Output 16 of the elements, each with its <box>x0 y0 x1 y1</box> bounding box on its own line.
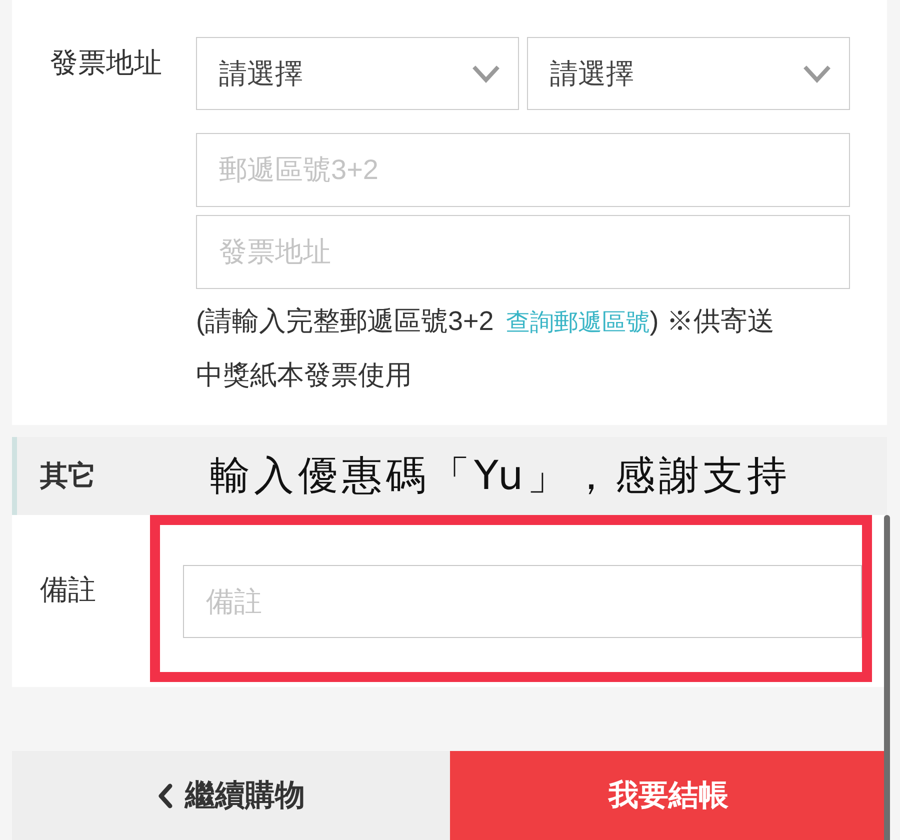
remark-label: 備註 <box>40 573 96 607</box>
invoice-address-label: 發票地址 <box>50 46 162 80</box>
remark-input-field[interactable]: 備註 <box>183 565 862 638</box>
continue-shopping-button[interactable]: 繼續購物 <box>12 751 450 840</box>
input-field[interactable]: 郵遞區號3+2 <box>196 133 850 207</box>
chevron-left-icon <box>157 782 173 808</box>
input-field[interactable]: 發票地址 <box>196 215 850 289</box>
section-title: 其它 <box>40 459 96 493</box>
scrollbar-thumb[interactable] <box>884 515 890 840</box>
address-hint-text: (請輸入完整郵遞區號3+2 查詢郵遞區號) ※供寄送中獎紙本發票使用 <box>196 305 776 392</box>
chevron-down-icon <box>472 64 500 82</box>
select-field[interactable]: 請選擇 <box>527 37 850 110</box>
select-field[interactable]: 請選擇 <box>196 37 519 110</box>
handwritten-note: 輸入優惠碼「Yu」，感謝支持 <box>210 452 792 501</box>
checkout-button[interactable]: 我要結帳 <box>450 751 887 840</box>
chevron-down-icon <box>803 64 831 82</box>
